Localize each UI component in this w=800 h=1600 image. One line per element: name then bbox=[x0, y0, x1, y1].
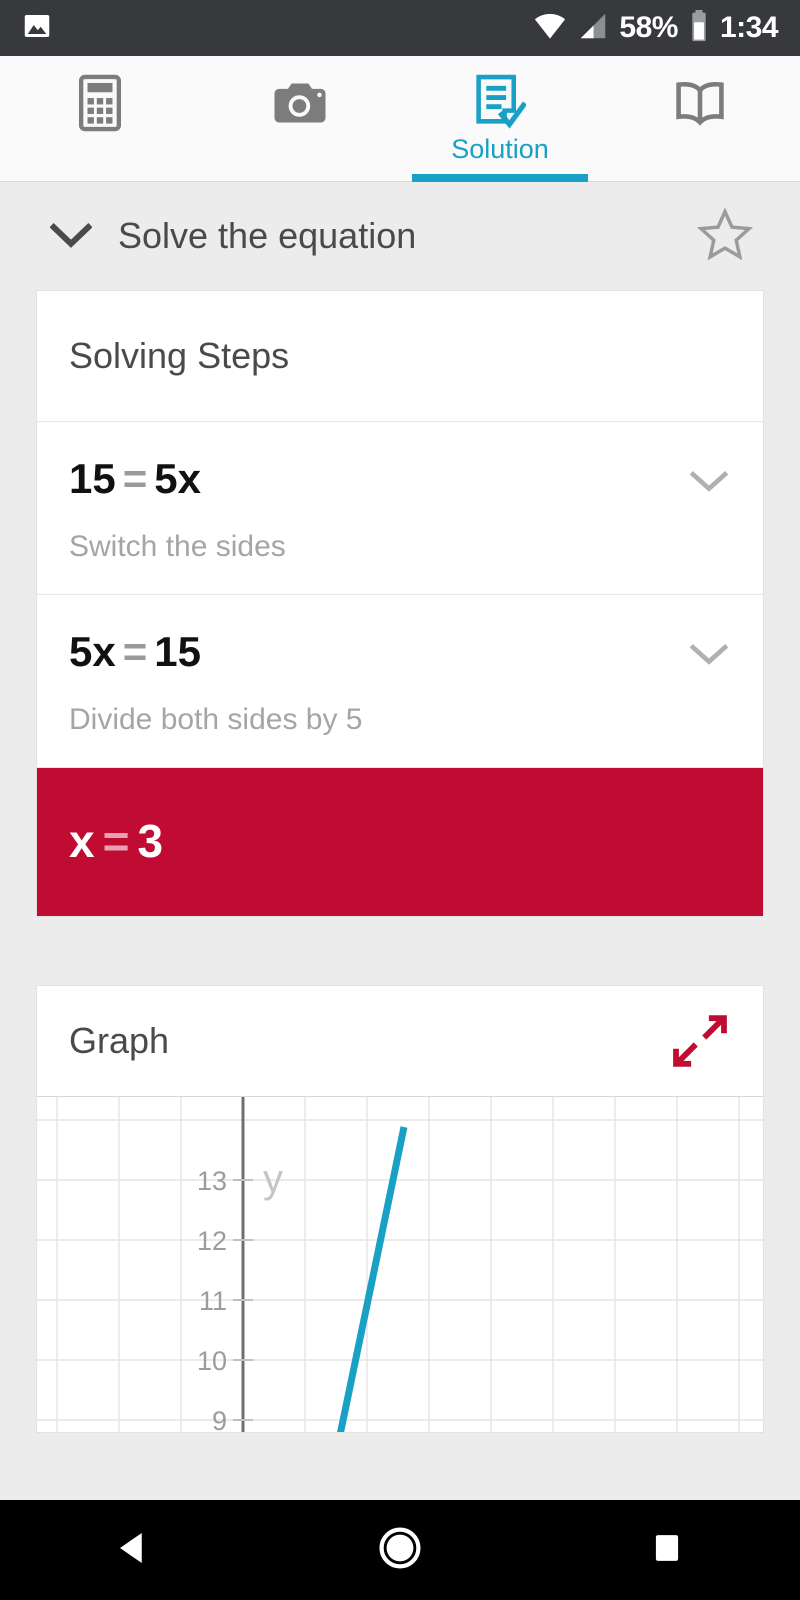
battery-icon bbox=[689, 9, 709, 47]
solve-equation-header[interactable]: Solve the equation bbox=[0, 182, 800, 290]
y-axis-label: y bbox=[263, 1157, 283, 1201]
result-rhs: 3 bbox=[137, 815, 164, 868]
y-tick-11: 11 bbox=[199, 1286, 227, 1316]
graph-title: Graph bbox=[69, 1020, 170, 1062]
step-1-description: Switch the sides bbox=[69, 530, 286, 564]
top-tab-bar: Solution bbox=[0, 56, 800, 182]
step-2-rhs: 15 bbox=[154, 628, 201, 676]
calculator-icon bbox=[78, 74, 122, 132]
result-operator: = bbox=[102, 815, 130, 868]
open-book-icon bbox=[674, 74, 726, 132]
tab-book[interactable] bbox=[600, 56, 800, 182]
solution-result-band[interactable]: x = 3 bbox=[37, 768, 763, 917]
step-1-lhs: 15 bbox=[69, 455, 116, 502]
expand-diagonal-icon[interactable] bbox=[671, 1012, 729, 1070]
solving-step-2[interactable]: 5x = 15 Divide both sides by 5 bbox=[37, 595, 763, 769]
chevron-down-icon[interactable] bbox=[689, 470, 729, 499]
step-1-operator: = bbox=[122, 455, 148, 502]
tab-calculator[interactable] bbox=[0, 56, 200, 182]
image-icon bbox=[22, 11, 52, 46]
battery-percent-label: 58% bbox=[619, 11, 678, 44]
recents-square-icon bbox=[649, 1530, 685, 1571]
chevron-down-icon[interactable] bbox=[50, 223, 92, 249]
solving-steps-card: Solving Steps 15 = 5x Switch the sides 5x =… bbox=[36, 290, 764, 918]
graph-card: 14 Graph bbox=[36, 985, 764, 1434]
solving-steps-title: Solving Steps bbox=[37, 291, 763, 422]
tab-solution-label: Solution bbox=[451, 134, 549, 164]
step-1-equation: 15 = 5x bbox=[69, 455, 731, 502]
cellular-signal-icon bbox=[578, 12, 608, 45]
graph-plot-area[interactable]: 13 12 11 10 9 y bbox=[37, 1096, 763, 1433]
document-check-icon bbox=[474, 74, 526, 132]
graph-svg: 13 12 11 10 9 y bbox=[37, 1097, 763, 1433]
y-tick-13: 13 bbox=[197, 1166, 227, 1196]
status-bar-right: 58% 1:34 bbox=[533, 9, 779, 47]
back-triangle-icon bbox=[112, 1527, 154, 1574]
y-tick-12: 12 bbox=[197, 1226, 227, 1256]
step-2-description: Divide both sides by 5 bbox=[69, 703, 363, 737]
step-2-lhs: 5x bbox=[69, 628, 116, 676]
graph-header: Graph bbox=[37, 986, 763, 1097]
tab-camera[interactable] bbox=[200, 56, 400, 182]
tab-solution[interactable]: Solution bbox=[400, 56, 600, 182]
home-circle-icon bbox=[377, 1525, 423, 1576]
star-outline-icon[interactable] bbox=[696, 207, 754, 265]
solving-step-1[interactable]: 15 = 5x Switch the sides bbox=[37, 422, 763, 596]
android-navigation-bar bbox=[0, 1500, 800, 1600]
camera-icon bbox=[273, 74, 327, 132]
y-axis-tick-labels: 13 12 11 10 9 bbox=[197, 1166, 227, 1433]
status-bar: 58% 1:34 bbox=[0, 0, 800, 56]
status-bar-left bbox=[22, 11, 52, 46]
step-1-rhs: 5x bbox=[154, 455, 201, 502]
result-lhs: x bbox=[69, 815, 95, 868]
tab-active-indicator bbox=[412, 174, 588, 182]
nav-home-button[interactable] bbox=[340, 1500, 460, 1600]
solution-content: Solve the equation Solving Steps 15 = 5x S… bbox=[0, 182, 800, 1534]
page-title: Solve the equation bbox=[118, 215, 417, 256]
step-2-equation: 5x = 15 bbox=[69, 629, 731, 675]
clock-label: 1:34 bbox=[719, 11, 779, 44]
y-tick-9: 9 bbox=[212, 1406, 227, 1433]
nav-recents-button[interactable] bbox=[607, 1500, 727, 1600]
y-tick-10: 10 bbox=[197, 1346, 227, 1376]
grid-horizontal bbox=[37, 1119, 763, 1422]
wifi-icon bbox=[533, 12, 567, 45]
nav-back-button[interactable] bbox=[73, 1500, 193, 1600]
graph-line-series-1 bbox=[337, 1126, 408, 1433]
result-equation: x = 3 bbox=[69, 814, 731, 868]
chevron-down-icon[interactable] bbox=[689, 643, 729, 672]
step-2-operator: = bbox=[122, 628, 148, 676]
